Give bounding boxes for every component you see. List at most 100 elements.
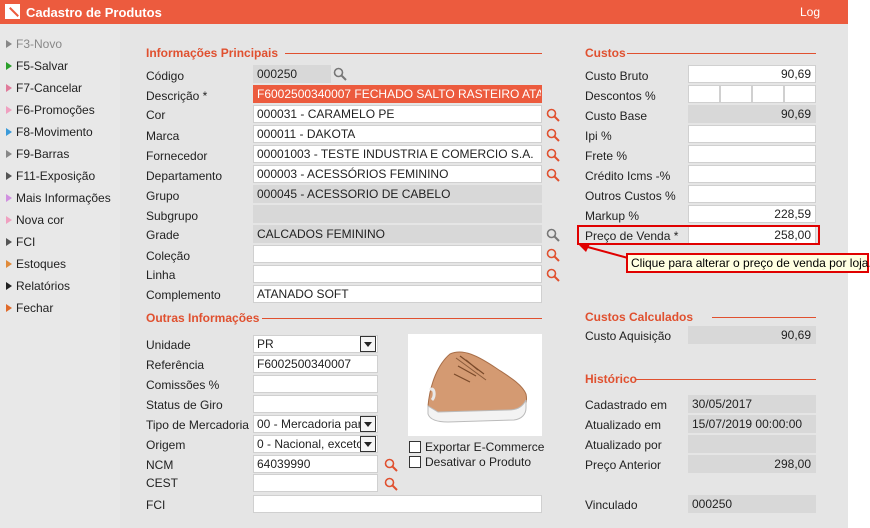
label-ncm: NCM xyxy=(146,458,174,472)
sidebar-item-fechar[interactable]: Fechar xyxy=(6,300,53,316)
sidebar-item-promocoes[interactable]: F6-Promoções xyxy=(6,102,95,118)
search-icon[interactable] xyxy=(546,148,560,162)
outros-custos-field[interactable] xyxy=(688,185,816,203)
custo-bruto-field[interactable]: 90,69 xyxy=(688,65,816,83)
sidebar-item-novo[interactable]: F3-Novo xyxy=(6,36,62,52)
label-fci: FCI xyxy=(146,498,166,512)
search-icon[interactable] xyxy=(384,477,398,491)
label-credito-icms: Crédito Icms -% xyxy=(585,169,671,183)
search-icon[interactable] xyxy=(546,248,560,262)
complemento-field[interactable]: ATANADO SOFT xyxy=(253,285,542,303)
arrow-icon xyxy=(578,244,629,259)
label-complemento: Complemento xyxy=(146,288,221,302)
credito-icms-field[interactable] xyxy=(688,165,816,183)
sidebar-item-mais-informacoes[interactable]: Mais Informações xyxy=(6,190,111,206)
label-cest: CEST xyxy=(146,476,179,490)
section-title-custos: Custos xyxy=(585,46,626,60)
search-icon[interactable] xyxy=(333,67,347,81)
triangle-gray-icon xyxy=(6,40,12,48)
departamento-field[interactable]: 000003 - ACESSÓRIOS FEMININO xyxy=(253,165,542,183)
sidebar-item-salvar[interactable]: F5-Salvar xyxy=(6,58,68,74)
search-icon[interactable] xyxy=(546,168,560,182)
preco-venda-tooltip: Clique para alterar o preço de venda por… xyxy=(626,253,870,273)
triangle-violet-icon xyxy=(6,194,12,202)
label-comissoes: Comissões % xyxy=(146,378,220,392)
sidebar-item-barras[interactable]: F9-Barras xyxy=(6,146,69,162)
label-tipo-mercadoria: Tipo de Mercadoria xyxy=(146,418,249,432)
cor-field[interactable]: 000031 - CARAMELO PE xyxy=(253,105,542,123)
sidebar-item-cancelar[interactable]: F7-Cancelar xyxy=(6,80,82,96)
exportar-ecommerce-checkbox[interactable] xyxy=(409,441,421,453)
comissoes-field[interactable] xyxy=(253,375,378,393)
chevron-down-icon[interactable] xyxy=(360,336,376,352)
section-divider xyxy=(262,318,542,319)
desconto-3-field[interactable] xyxy=(752,85,784,103)
ncm-field[interactable]: 64039990 xyxy=(253,455,378,473)
label-vinculado: Vinculado xyxy=(585,498,638,512)
sidebar-item-movimento[interactable]: F8-Movimento xyxy=(6,124,93,140)
triangle-gray-icon xyxy=(6,150,12,158)
sidebar-item-exposicao[interactable]: F11-Exposição xyxy=(6,168,95,184)
label-atualizado-em: Atualizado em xyxy=(585,418,662,432)
colecao-field[interactable] xyxy=(253,245,542,263)
desconto-1-field[interactable] xyxy=(688,85,720,103)
referencia-field[interactable]: F6002500340007 xyxy=(253,355,378,373)
search-icon[interactable] xyxy=(546,268,560,282)
custo-base-field[interactable]: 90,69 xyxy=(688,105,816,123)
label-subgrupo: Subgrupo xyxy=(146,209,199,223)
window-title: Cadastro de Produtos xyxy=(26,5,162,20)
descricao-field[interactable]: F6002500340007 FECHADO SALTO RASTEIRO AT… xyxy=(253,85,542,103)
label-ipi: Ipi % xyxy=(585,129,612,143)
chevron-down-icon[interactable] xyxy=(360,436,376,452)
section-divider xyxy=(712,317,816,318)
log-link[interactable]: Log xyxy=(800,5,820,19)
codigo-field[interactable]: 000250 xyxy=(253,65,331,83)
markup-field[interactable]: 228,59 xyxy=(688,205,816,223)
label-outros-custos: Outros Custos % xyxy=(585,189,676,203)
triangle-dark-icon xyxy=(6,172,12,180)
search-icon[interactable] xyxy=(384,458,398,472)
label-cor: Cor xyxy=(146,108,166,122)
label-linha: Linha xyxy=(146,268,176,282)
triangle-orange-icon xyxy=(6,260,12,268)
atualizado-por-field xyxy=(688,435,816,453)
custo-aquisicao-field[interactable]: 90,69 xyxy=(688,326,816,344)
label-desativar-produto: Desativar o Produto xyxy=(425,455,532,469)
triangle-pink-icon xyxy=(6,84,12,92)
linha-field[interactable] xyxy=(253,265,542,283)
label-grade: Grade xyxy=(146,228,180,242)
sidebar-item-estoques[interactable]: Estoques xyxy=(6,256,66,272)
label-cadastrado-em: Cadastrado em xyxy=(585,398,668,412)
search-icon[interactable] xyxy=(546,108,560,122)
status-giro-field[interactable] xyxy=(253,395,378,413)
sidebar: F3-Novo F5-Salvar F7-Cancelar F6-Promoçõ… xyxy=(0,24,120,528)
desconto-2-field[interactable] xyxy=(720,85,752,103)
descontos-field[interactable] xyxy=(784,85,816,103)
app-logo-icon xyxy=(5,4,20,19)
fci-field[interactable] xyxy=(253,495,542,513)
sidebar-item-nova-cor[interactable]: Nova cor xyxy=(6,212,64,228)
sidebar-item-fci[interactable]: FCI xyxy=(6,234,35,250)
label-status-giro: Status de Giro xyxy=(146,398,223,412)
chevron-down-icon[interactable] xyxy=(360,416,376,432)
label-departamento: Departamento xyxy=(146,169,223,183)
label-markup: Markup % xyxy=(585,209,640,223)
section-divider xyxy=(285,53,542,54)
ipi-field[interactable] xyxy=(688,125,816,143)
search-icon[interactable] xyxy=(546,128,560,142)
fornecedor-field[interactable]: 00001003 - TESTE INDUSTRIA E COMERCIO S.… xyxy=(253,145,542,163)
title-bar: Cadastro de Produtos Log xyxy=(0,0,848,24)
grupo-field[interactable]: 000045 - ACESSORIO DE CABELO xyxy=(253,185,542,203)
triangle-pink-light-icon xyxy=(6,106,12,114)
grade-field[interactable]: CALCADOS FEMININO xyxy=(253,225,542,243)
triangle-green-icon xyxy=(6,62,12,70)
label-unidade: Unidade xyxy=(146,338,191,352)
search-icon[interactable] xyxy=(546,228,560,242)
desativar-produto-checkbox[interactable] xyxy=(409,456,421,468)
sidebar-item-relatorios[interactable]: Relatórios xyxy=(6,278,70,294)
label-custo-aquisicao: Custo Aquisição xyxy=(585,329,672,343)
marca-field[interactable]: 000011 - DAKOTA xyxy=(253,125,542,143)
frete-field[interactable] xyxy=(688,145,816,163)
subgrupo-field[interactable] xyxy=(253,205,542,223)
cest-field[interactable] xyxy=(253,474,378,492)
